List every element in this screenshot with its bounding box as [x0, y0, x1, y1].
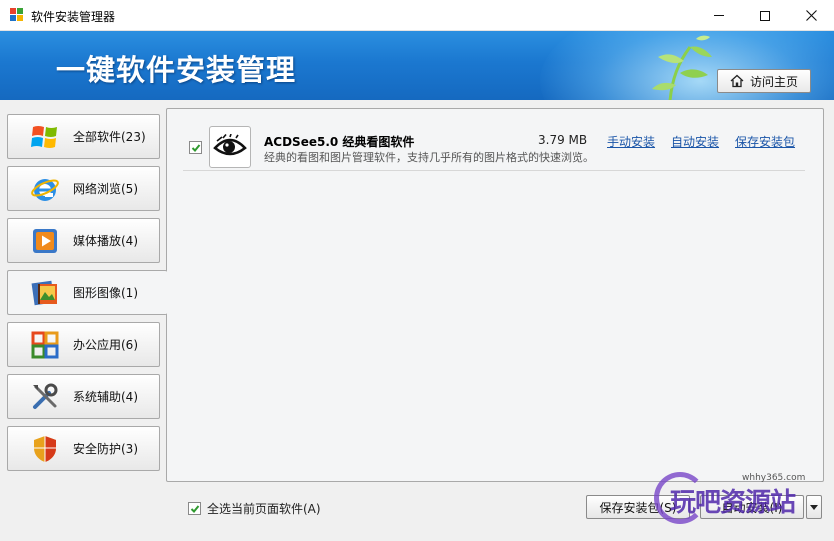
internet-explorer-icon [29, 173, 61, 205]
select-all-label: 全选当前页面软件(A) [207, 502, 321, 516]
checkmark-icon [191, 143, 200, 152]
title-bar: 软件安装管理器 [0, 0, 834, 31]
auto-install-link[interactable]: 自动安装 [671, 133, 719, 150]
sidebar-item-browser[interactable]: 网络浏览(5) [7, 166, 160, 211]
software-checkbox[interactable] [189, 141, 202, 154]
visit-homepage-button[interactable]: 访问主页 [717, 69, 811, 93]
eye-icon [209, 126, 251, 168]
sidebar-item-label: 安全防护(3) [73, 442, 138, 456]
shield-icon [29, 433, 61, 465]
banner-title: 一键软件安装管理 [56, 53, 297, 87]
select-all-checkbox[interactable] [188, 502, 201, 515]
sidebar-item-security[interactable]: 安全防护(3) [7, 426, 160, 471]
sidebar-item-all[interactable]: 全部软件(23) [7, 114, 160, 159]
media-player-icon [29, 225, 61, 257]
software-size: 3.79 MB [538, 133, 588, 147]
save-package-button[interactable]: 保存安装包(S) [586, 495, 690, 519]
close-icon[interactable] [788, 0, 834, 31]
image-film-icon [29, 277, 61, 309]
category-sidebar: 全部软件(23) 网络浏览(5) 媒体播放(4) 图形图像(1) 办公应用(6)… [0, 100, 167, 541]
app-logo-icon [10, 8, 24, 22]
checkmark-icon [190, 504, 199, 513]
sidebar-item-graphics[interactable]: 图形图像(1) [7, 270, 167, 315]
maximize-icon[interactable] [742, 0, 788, 31]
office-icon [29, 329, 61, 361]
sidebar-item-label: 图形图像(1) [73, 286, 138, 300]
sidebar-item-media[interactable]: 媒体播放(4) [7, 218, 160, 263]
sidebar-item-label: 办公应用(6) [73, 338, 138, 352]
windows-logo-icon [29, 121, 61, 153]
window-title: 软件安装管理器 [31, 10, 116, 24]
software-row: ACDSee5.0 经典看图软件 经典的看图和图片管理软件，支持几乎所有的图片格… [183, 117, 805, 171]
sidebar-item-office[interactable]: 办公应用(6) [7, 322, 160, 367]
save-package-link[interactable]: 保存安装包 [735, 133, 795, 150]
auto-install-button[interactable]: 自动安装(I) [700, 495, 804, 519]
tools-icon [29, 381, 61, 413]
chevron-down-icon [810, 504, 818, 510]
select-all-control[interactable]: 全选当前页面软件(A) [188, 500, 321, 517]
software-description: 经典的看图和图片管理软件，支持几乎所有的图片格式的快速浏览。 [264, 151, 594, 164]
software-name: ACDSee5.0 经典看图软件 [264, 135, 415, 149]
install-options-dropdown[interactable] [806, 495, 822, 519]
minimize-icon[interactable] [696, 0, 742, 31]
home-icon [730, 74, 744, 88]
sidebar-item-label: 全部软件(23) [73, 130, 146, 144]
manual-install-link[interactable]: 手动安装 [607, 133, 655, 150]
header-banner: 一键软件安装管理 访问主页 [0, 31, 834, 100]
sidebar-item-label: 系统辅助(4) [73, 390, 138, 404]
visit-homepage-label: 访问主页 [749, 74, 798, 89]
sidebar-item-label: 媒体播放(4) [73, 234, 138, 248]
sidebar-item-system-tools[interactable]: 系统辅助(4) [7, 374, 160, 419]
sidebar-item-label: 网络浏览(5) [73, 182, 138, 196]
software-list-panel: ACDSee5.0 经典看图软件 经典的看图和图片管理软件，支持几乎所有的图片格… [166, 108, 824, 482]
